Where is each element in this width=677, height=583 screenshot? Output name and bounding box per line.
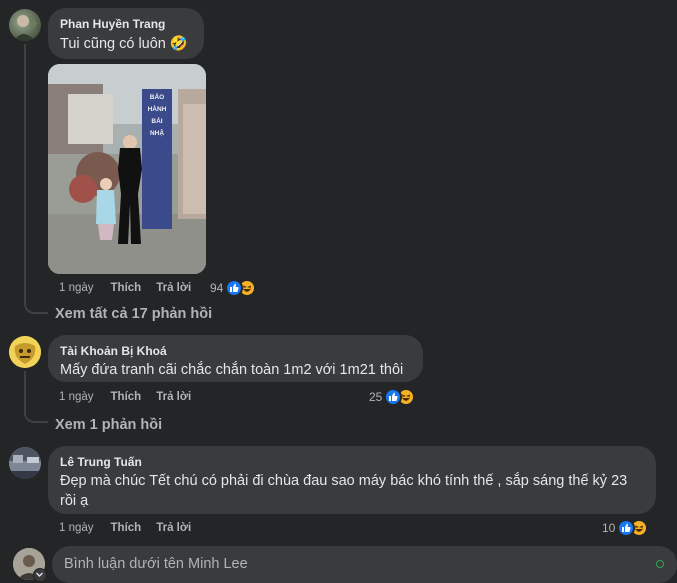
reaction-count: 94 <box>210 281 224 295</box>
comment-author[interactable]: Lê Trung Tuấn <box>60 454 644 470</box>
comment-text: Đẹp mà chúc Tết chú có phải đi chùa đau … <box>60 473 628 489</box>
view-replies-link[interactable]: Xem tất cả 17 phản hồi <box>55 306 212 322</box>
comment-time[interactable]: 1 ngày <box>59 522 94 534</box>
chevron-down-icon[interactable] <box>33 568 47 582</box>
comment-actions: 1 ngày Thích Trả lời <box>59 391 191 403</box>
like-button[interactable]: Thích <box>111 282 142 294</box>
thread-line <box>24 44 26 300</box>
view-replies-link[interactable]: Xem 1 phản hồi <box>55 417 162 433</box>
comment-bubble: Lê Trung Tuấn Đẹp mà chúc Tết chú có phả… <box>48 446 656 514</box>
thread-connector <box>24 405 48 423</box>
comment-time[interactable]: 1 ngày <box>59 391 94 403</box>
status-dot-icon <box>656 560 664 568</box>
comment-actions: 1 ngày Thích Trả lời <box>59 522 191 534</box>
like-button[interactable]: Thích <box>111 391 142 403</box>
comment-text: Tui cũng có luôn 🤣 <box>60 36 188 52</box>
like-button[interactable]: Thích <box>111 522 142 534</box>
comment-photo[interactable]: BẢO HÀNH BẢI NHẬ <box>48 64 206 274</box>
comment-text: Mấy đứa tranh cãi chắc chắn toàn 1m2 với… <box>60 362 404 378</box>
photo-sign: BẢO HÀNH BẢI NHẬ <box>147 94 167 137</box>
avatar[interactable] <box>9 336 41 368</box>
like-icon <box>617 519 636 537</box>
reaction-summary[interactable]: 10 <box>602 519 649 537</box>
reply-button[interactable]: Trả lời <box>156 282 191 294</box>
like-icon <box>225 279 244 297</box>
comment-author[interactable]: Phan Huyền Trang <box>60 16 192 32</box>
reaction-summary[interactable]: 94 <box>210 279 257 297</box>
avatar[interactable] <box>9 447 41 479</box>
avatar[interactable] <box>9 9 41 41</box>
like-icon <box>384 388 403 406</box>
comment-time[interactable]: 1 ngày <box>59 282 94 294</box>
comment-input-placeholder: Bình luận dưới tên Minh Lee <box>64 556 248 572</box>
comment-text: rồi ạ <box>60 493 89 509</box>
comment-actions: 1 ngày Thích Trả lời <box>59 282 191 294</box>
reply-button[interactable]: Trả lời <box>156 522 191 534</box>
comment-bubble: Tài Khoản Bị Khoá Mấy đứa tranh cãi chắc… <box>48 335 423 382</box>
reply-button[interactable]: Trả lời <box>156 391 191 403</box>
thread-connector <box>24 296 48 314</box>
comment-bubble: Phan Huyền Trang Tui cũng có luôn 🤣 <box>48 8 204 59</box>
reaction-count: 10 <box>602 521 616 535</box>
reaction-count: 25 <box>369 390 383 404</box>
reaction-summary[interactable]: 25 <box>369 388 416 406</box>
comment-author[interactable]: Tài Khoản Bị Khoá <box>60 343 411 359</box>
comment-input[interactable]: Bình luận dưới tên Minh Lee <box>52 546 677 583</box>
